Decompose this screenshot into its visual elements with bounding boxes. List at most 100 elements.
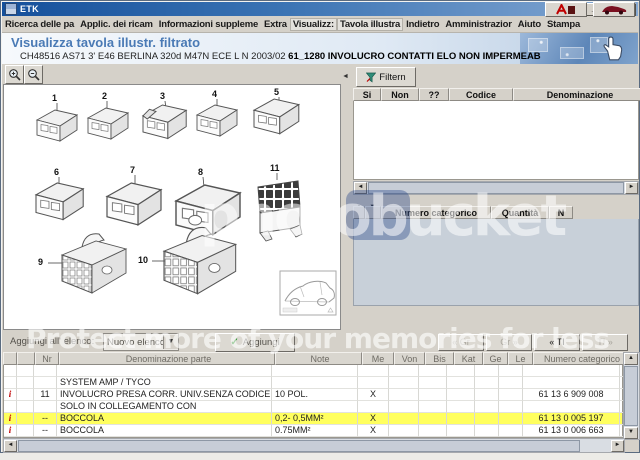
part-number-label[interactable]: 4 — [212, 89, 217, 99]
menu-indietro[interactable]: Indietro — [403, 18, 442, 31]
nav-prev-group-button[interactable]: « Gr — [438, 334, 484, 351]
app-window: ETK _ ❐ × Ricerca delle pa Applic. dei r… — [0, 0, 640, 453]
menu-extra[interactable]: Extra — [261, 18, 290, 31]
menu-applic[interactable]: Applic. dei ricam — [77, 18, 156, 31]
col-denominazione[interactable]: Denominazione — [513, 88, 640, 101]
diagram-part-6[interactable] — [36, 183, 83, 220]
menu-tavola[interactable]: Tavola illustra — [337, 18, 403, 31]
scroll-down-icon[interactable]: ▼ — [624, 427, 638, 439]
check-icon: ✓ — [230, 337, 238, 348]
col-me[interactable]: Me — [362, 352, 394, 365]
vehicle-context: CH48516 AS71 3' E46 BERLINA 320d M47N EC… — [20, 51, 541, 62]
col-von[interactable]: Von — [394, 352, 425, 365]
scroll-up-icon[interactable]: ▲ — [624, 353, 638, 365]
diagram-part-4[interactable] — [197, 105, 237, 136]
title-bar[interactable]: ETK _ ❐ × — [2, 2, 638, 16]
chevron-down-icon[interactable]: ▼ — [163, 335, 178, 349]
parts-illustration — [4, 85, 340, 329]
part-number-label[interactable]: 2 — [102, 91, 107, 101]
table-row-part-selected[interactable]: i -- BOCCOLA 0,2- 0,5MM² X 61 13 0 005 1… — [4, 413, 622, 425]
menu-ricerca[interactable]: Ricerca delle pa — [2, 18, 77, 31]
app-icon — [5, 3, 17, 15]
menu-visualizza[interactable]: Visualizz: — [290, 18, 337, 31]
selection-table-header: Numero categorico Quantità N — [353, 206, 573, 219]
part-number-label[interactable]: 9 — [38, 257, 43, 267]
scroll-left-icon[interactable]: ◄ — [354, 182, 367, 194]
table-row-part[interactable]: i -- BOCCOLA 0.75MM² X 61 13 0 006 663 — [4, 425, 622, 437]
col-denominazione-parte[interactable]: Denominazione parte — [59, 352, 275, 365]
collapse-left-icon[interactable]: ◄ — [342, 73, 349, 80]
parts-horizontal-scrollbar[interactable]: ◄ ► — [3, 438, 625, 453]
scroll-right-icon[interactable]: ► — [625, 182, 638, 194]
panel-splitter-horizontal[interactable]: ▲ ▼ — [353, 195, 637, 206]
diagram-part-2[interactable] — [88, 108, 128, 139]
part-number-label[interactable]: 3 — [160, 91, 165, 101]
col-unknown[interactable]: ?? — [419, 88, 449, 101]
col-kat[interactable]: Kat — [454, 352, 483, 365]
diagram-part-9[interactable] — [62, 234, 126, 293]
zoom-out-button[interactable] — [24, 65, 43, 84]
part-number-label[interactable]: 11 — [270, 163, 280, 173]
col-note[interactable]: Note — [275, 352, 362, 365]
diagram-part-11[interactable] — [258, 181, 302, 241]
table-row-group[interactable]: SYSTEM AMP / TYCO — [4, 377, 622, 389]
zoom-in-button[interactable] — [5, 65, 24, 84]
scroll-left-icon[interactable]: ◄ — [4, 440, 17, 452]
table-row-part[interactable]: i 11 INVOLUCRO PRESA CORR. UNIV.SENZA CO… — [4, 389, 622, 401]
nav-next-group-button[interactable]: Gr » — [486, 334, 532, 351]
col-n[interactable]: N — [549, 206, 573, 219]
info-icon[interactable]: i — [4, 389, 17, 401]
filter-horizontal-scrollbar[interactable]: ◄ ► — [353, 181, 639, 195]
part-number-label[interactable]: 5 — [274, 87, 279, 97]
illustration-panel[interactable]: 1 2 3 4 5 6 7 8 9 10 11 — [3, 84, 341, 330]
scrollbar-thumb[interactable] — [18, 440, 580, 452]
list-select[interactable]: Nuovo elenco ▼ — [103, 333, 179, 351]
zoom-out-icon — [27, 68, 40, 81]
table-row-group[interactable]: SOLO IN COLLEGAMENTO CON — [4, 401, 622, 413]
diagram-part-10[interactable] — [164, 227, 236, 293]
table-row[interactable] — [4, 365, 622, 377]
scrollbar-thumb[interactable] — [368, 182, 624, 194]
part-number-label[interactable]: 7 — [130, 165, 135, 175]
info-icon[interactable]: i — [4, 413, 17, 425]
scroll-right-icon[interactable]: ► — [611, 440, 624, 452]
diagram-part-1[interactable] — [37, 110, 77, 141]
filter-button[interactable]: Filtern — [356, 67, 416, 87]
col-numero-categorico[interactable]: Numero categorico — [381, 206, 491, 219]
page-header: Visualizza tavola illustr. filtrato CH48… — [2, 33, 638, 64]
part-number-label[interactable]: 1 — [52, 93, 57, 103]
selection-table-body — [353, 219, 639, 306]
col-non[interactable]: Non — [381, 88, 419, 101]
col-nr[interactable]: Nr — [35, 352, 59, 365]
col-quantita[interactable]: Quantità — [491, 206, 549, 219]
menu-informazioni[interactable]: Informazioni suppleme — [156, 18, 261, 31]
menu-amministrazione[interactable]: Amministrazior — [442, 18, 514, 31]
filter-table-body — [353, 101, 639, 180]
add-button[interactable]: ✓ Aggiungi — [215, 333, 295, 352]
menu-aiuto[interactable]: Aiuto — [515, 18, 544, 31]
col-si[interactable]: Si — [353, 88, 381, 101]
scrollbar-thumb[interactable] — [624, 366, 638, 426]
part-number-label[interactable]: 8 — [198, 167, 203, 177]
diagram-part-8[interactable] — [176, 185, 240, 235]
menu-stampa[interactable]: Stampa — [544, 18, 583, 31]
part-number-label[interactable]: 6 — [54, 167, 59, 177]
col-info — [3, 352, 17, 365]
menu-bar: Ricerca delle pa Applic. dei ricam Infor… — [2, 16, 638, 33]
col-numero-categorico[interactable]: Numero categorico — [533, 352, 631, 365]
parts-vertical-scrollbar[interactable]: ▲ ▼ — [623, 352, 640, 440]
nav-prev-table-button[interactable]: « TI — [534, 334, 580, 351]
diagram-part-7[interactable] — [107, 183, 161, 225]
col-bis[interactable]: Bis — [425, 352, 454, 365]
panel-splitter-vertical[interactable]: ◄ — [341, 65, 351, 331]
col-le[interactable]: Le — [508, 352, 533, 365]
col-codice[interactable]: Codice — [449, 88, 513, 101]
diagram-part-5[interactable] — [254, 99, 299, 134]
part-number-label[interactable]: 10 — [138, 255, 148, 265]
diagram-part-3[interactable] — [143, 105, 186, 138]
info-icon[interactable]: i — [4, 425, 17, 437]
brand-logo-button[interactable] — [545, 2, 587, 17]
nav-next-table-button[interactable]: TI » — [582, 334, 628, 351]
col-ge[interactable]: Ge — [483, 352, 508, 365]
car-button[interactable] — [593, 2, 635, 17]
